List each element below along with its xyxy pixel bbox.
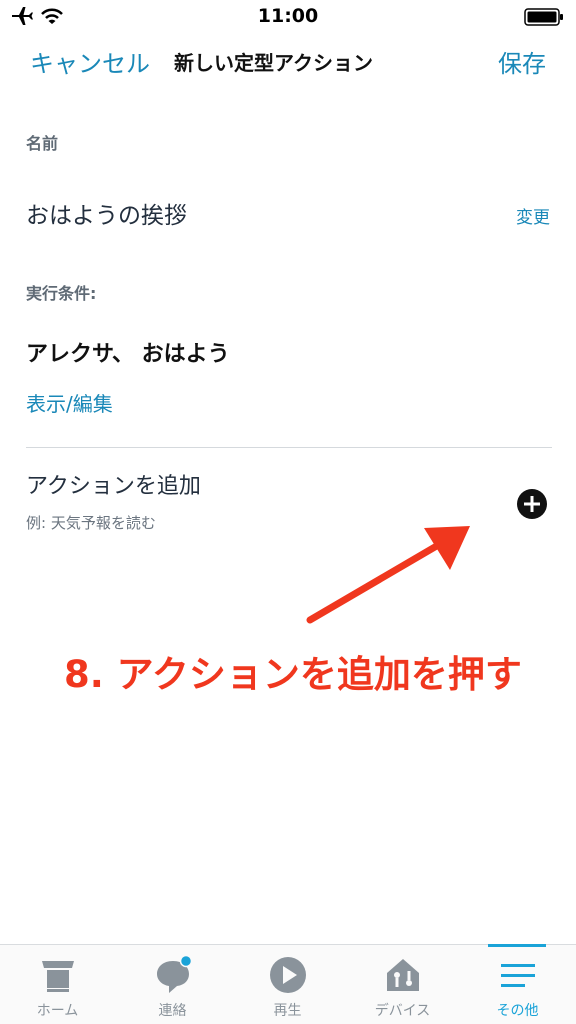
- annotation-arrow-icon: [306, 526, 470, 624]
- play-icon: [270, 957, 306, 993]
- battery-icon: [524, 8, 563, 26]
- tab-play[interactable]: 再生: [230, 945, 345, 1024]
- page-title: 新しい定型アクション: [174, 51, 373, 75]
- annotation-text: 8. アクションを追加を押す: [64, 653, 522, 696]
- add-action-hint: 例: 天気予報を読む: [26, 514, 156, 532]
- change-name-link[interactable]: 変更: [516, 203, 550, 228]
- devices-icon: [387, 959, 419, 991]
- status-bar: 11:00: [0, 0, 576, 34]
- cancel-button[interactable]: キャンセル: [30, 44, 150, 79]
- chat-icon: [157, 955, 193, 993]
- add-action-row[interactable]: アクションを追加 例: 天気予報を読む: [0, 448, 576, 548]
- tab-devices[interactable]: デバイス: [345, 945, 460, 1024]
- tab-bar: ホーム 連絡 再生 デバイス その他: [0, 944, 576, 1024]
- nav-bar: キャンセル 新しい定型アクション 保存: [0, 38, 576, 82]
- tab-contact-label: 連絡: [158, 1003, 187, 1019]
- add-circle-icon[interactable]: [516, 488, 548, 520]
- add-action-title: アクションを追加: [26, 474, 201, 499]
- trigger-phrase: アレクサ、 おはよう: [26, 342, 230, 367]
- tab-more[interactable]: その他: [460, 944, 575, 1024]
- tab-home-label: ホーム: [36, 1003, 79, 1019]
- trigger-label: 実行条件:: [26, 284, 97, 303]
- save-button[interactable]: 保存: [498, 44, 546, 79]
- routine-name-value: おはようの挨拶: [26, 203, 187, 229]
- tab-home[interactable]: ホーム: [0, 945, 115, 1024]
- tab-play-label: 再生: [273, 1003, 302, 1019]
- tab-more-label: その他: [496, 1003, 539, 1019]
- name-label: 名前: [26, 134, 59, 153]
- tab-devices-label: デバイス: [374, 1003, 431, 1019]
- status-time: 11:00: [257, 5, 319, 27]
- tab-contact[interactable]: 連絡: [115, 945, 230, 1024]
- view-edit-trigger-link[interactable]: 表示/編集: [26, 388, 113, 417]
- active-tab-indicator: [488, 944, 546, 947]
- menu-icon: [501, 964, 535, 987]
- notification-badge: [179, 955, 193, 968]
- home-icon: [42, 961, 74, 992]
